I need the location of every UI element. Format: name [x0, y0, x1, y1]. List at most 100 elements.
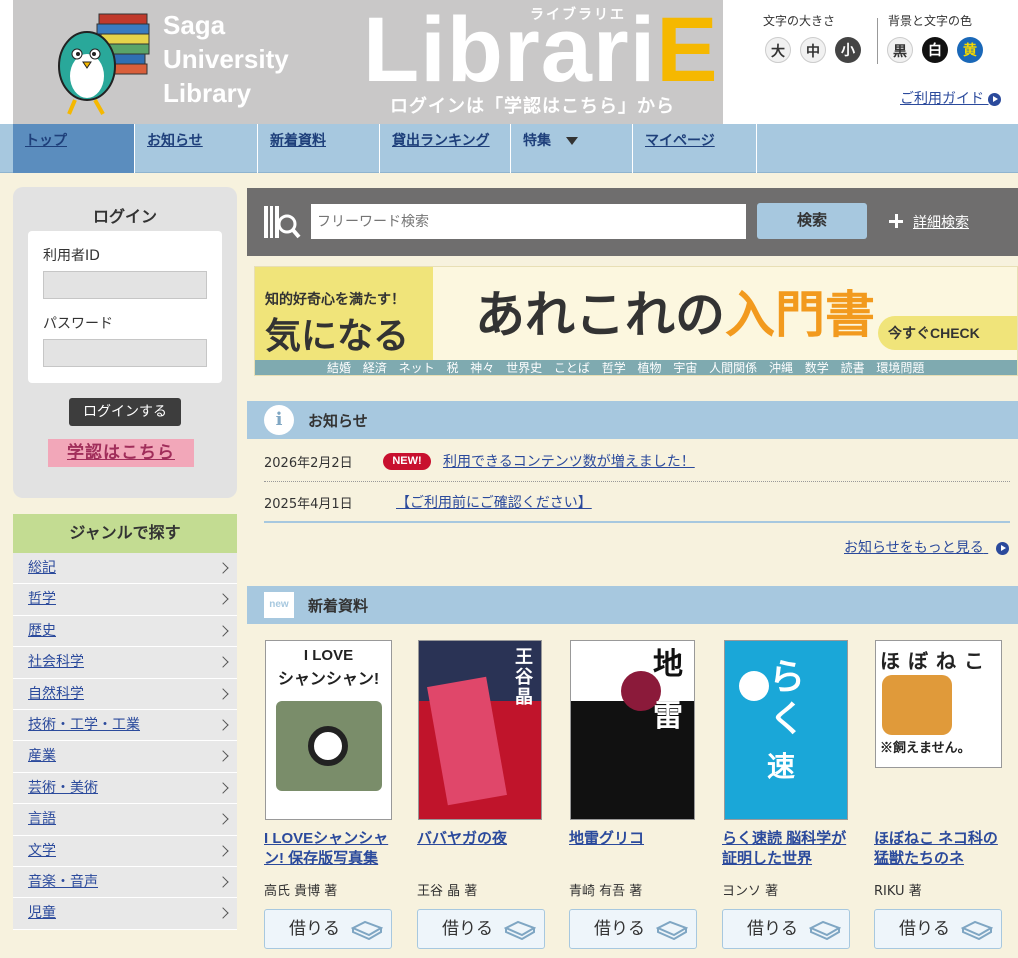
search-bar: 検索 詳細検索 [247, 188, 1018, 256]
genre-panel: ジャンルで探す 総記 哲学 歴史 社会科学 自然科学 技術・工学・工業 産業 芸… [13, 514, 237, 930]
book-author: ヨンソ 著 [722, 884, 779, 899]
genre-item[interactable]: 言語 [13, 804, 237, 836]
chevron-right-icon [217, 719, 229, 731]
genre-item[interactable]: 音楽・音声 [13, 867, 237, 899]
nav-mypage[interactable]: マイページ [633, 124, 757, 173]
more-news-link[interactable]: お知らせをもっと見る [844, 537, 1010, 557]
new-badge: NEW! [383, 453, 431, 470]
chevron-right-icon [217, 687, 229, 700]
book-cover[interactable]: 王谷晶 [418, 640, 542, 820]
book-cover[interactable]: 地 雷 [570, 640, 695, 820]
genre-item[interactable]: 社会科学 [13, 647, 237, 679]
user-id-input[interactable] [43, 271, 207, 299]
book-search-icon [264, 206, 301, 239]
book-card: ら く 速 らく速読 脳科学が証明した世界 ヨンソ 著 借りる [722, 640, 852, 958]
nav-top[interactable]: トップ [13, 124, 135, 173]
main-nav: トップ お知らせ 新着資料 貸出ランキング 特集 マイページ [0, 124, 1018, 173]
borrow-button[interactable]: 借りる [264, 909, 392, 949]
logo-band[interactable]: Saga University Library LibrariE ライブラリエ … [13, 0, 723, 124]
news-link[interactable]: 利用できるコンテンツ数が増えました！ [443, 451, 695, 471]
mascot-bird-logo [58, 13, 150, 115]
color-label: 背景と文字の色 [888, 14, 973, 28]
borrow-button[interactable]: 借りる [722, 909, 850, 949]
book-author: 青崎 有吾 著 [569, 884, 643, 899]
book-author: 高氏 貴博 著 [264, 884, 338, 899]
nav-feature[interactable]: 特集 [511, 124, 633, 173]
book-author: RIKU 著 [874, 884, 922, 899]
genre-item[interactable]: 文学 [13, 836, 237, 867]
banner-check-button: 今すぐCHECK [878, 316, 1017, 350]
nav-news[interactable]: お知らせ [135, 124, 258, 173]
book-card: 地 雷 地雷グリコ 青崎 有吾 著 借りる [569, 640, 699, 958]
genre-item[interactable]: 歴史 [13, 616, 237, 648]
login-form: 利用者ID パスワード [28, 231, 222, 383]
chevron-right-icon [217, 876, 229, 888]
color-yellow-button[interactable]: 黄 [957, 37, 983, 63]
book-icon [961, 920, 993, 940]
news-link[interactable]: 【ご利用前にご確認ください】 [396, 492, 592, 512]
nav-ranking[interactable]: 貸出ランキング [380, 124, 511, 173]
font-size-medium-button[interactable]: 中 [800, 37, 826, 63]
font-size-label: 文字の大きさ [763, 14, 836, 28]
genre-item[interactable]: 自然科学 [13, 679, 237, 710]
search-button[interactable]: 検索 [757, 203, 867, 239]
genre-item[interactable]: 産業 [13, 741, 237, 773]
book-title-link[interactable]: ババヤガの夜 [417, 829, 547, 871]
new-arrivals-title: 新着資料 [308, 598, 369, 615]
login-note: ログインは「学認はこちら」から [390, 96, 675, 116]
login-title: ログイン [92, 209, 157, 226]
genre-item[interactable]: 総記 [13, 553, 237, 585]
chevron-right-icon [217, 907, 229, 919]
gakunin-link[interactable]: 学認はこちら [48, 439, 194, 467]
password-label: パスワード [43, 316, 113, 332]
borrow-button[interactable]: 借りる [569, 909, 697, 949]
font-size-large-button[interactable]: 大 [765, 37, 791, 63]
genre-item[interactable]: 児童 [13, 898, 237, 930]
book-icon [809, 920, 841, 940]
caret-down-icon [566, 137, 578, 145]
book-title-link[interactable]: 地雷グリコ [569, 829, 699, 871]
book-icon [504, 920, 536, 940]
search-input[interactable] [311, 204, 746, 239]
banner-title: あれこれの入門書 [475, 287, 875, 343]
book-card: 王谷晶 ババヤガの夜 王谷 晶 著 借りる [417, 640, 547, 958]
user-guide-link[interactable]: ご利用ガイド [900, 88, 1002, 108]
banner-topics: 結婚 経済 ネット 税 神々 世界史 ことば 哲学 植物 宇宙 人間関係 沖縄 … [255, 360, 1017, 375]
password-input[interactable] [43, 339, 207, 367]
borrow-button[interactable]: 借りる [417, 909, 545, 949]
borrow-button[interactable]: 借りる [874, 909, 1002, 949]
book-card: ほぼねこ ※飼えません。 ほぼねこ ネコ科の猛獣たちのネ RIKU 著 借りる [874, 640, 1004, 958]
advanced-search-link[interactable]: 詳細検索 [913, 212, 969, 232]
control-divider [877, 18, 878, 64]
nav-new-arrivals[interactable]: 新着資料 [258, 124, 380, 173]
color-white-button[interactable]: 白 [922, 37, 948, 63]
library-name: Saga University Library [163, 10, 289, 108]
user-id-label: 利用者ID [43, 248, 100, 264]
arrow-right-icon [996, 541, 1010, 555]
chevron-right-icon [217, 813, 229, 825]
font-size-small-button[interactable]: 小 [835, 37, 861, 63]
login-panel: ログイン 利用者ID パスワード ログインする 学認はこちら [13, 187, 237, 498]
book-icon [656, 920, 688, 940]
color-black-button[interactable]: 黒 [887, 37, 913, 63]
new-icon: new [264, 592, 294, 618]
book-cover[interactable]: I LOVE シャンシャン! [265, 640, 392, 820]
new-arrivals-header: new 新着資料 [247, 586, 1018, 624]
genre-item[interactable]: 哲学 [13, 584, 237, 616]
logo-kana: ライブラリエ [530, 6, 626, 22]
book-icon [351, 920, 383, 940]
book-title-link[interactable]: I LOVEシャンシャン! 保存版写真集 [264, 829, 394, 871]
book-cover[interactable]: ら く 速 [724, 640, 848, 820]
site-header: Saga University Library LibrariE ライブラリエ … [0, 0, 1018, 124]
chevron-right-icon [217, 656, 229, 668]
login-button[interactable]: ログインする [69, 398, 181, 426]
feature-banner[interactable]: 知的好奇心を満たす！ 気になる あれこれの入門書 今すぐCHECK 結婚 経済 … [254, 266, 1018, 376]
book-cover[interactable]: ほぼねこ ※飼えません。 [875, 640, 1002, 768]
chevron-right-icon [217, 593, 229, 606]
book-title-link[interactable]: らく速読 脳科学が証明した世界 [722, 829, 852, 871]
divider [264, 521, 1010, 523]
chevron-right-icon [217, 750, 229, 763]
genre-item[interactable]: 芸術・美術 [13, 773, 237, 805]
book-title-link[interactable]: ほぼねこ ネコ科の猛獣たちのネ [874, 829, 1004, 871]
genre-item[interactable]: 技術・工学・工業 [13, 710, 237, 742]
